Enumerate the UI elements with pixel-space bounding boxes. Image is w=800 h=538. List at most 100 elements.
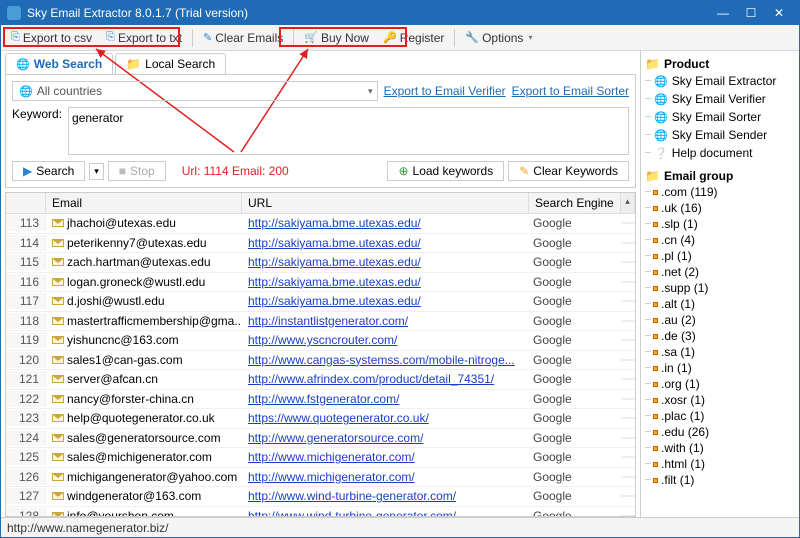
scrollbar-track[interactable] bbox=[621, 476, 635, 478]
row-url[interactable]: http://sakiyama.bme.utexas.edu/ bbox=[242, 254, 527, 270]
row-url[interactable]: http://instantlistgenerator.com/ bbox=[242, 313, 527, 329]
scrollbar-track[interactable] bbox=[621, 222, 635, 224]
close-button[interactable]: ✕ bbox=[765, 2, 793, 24]
scrollbar-track[interactable] bbox=[621, 261, 635, 263]
keyword-input[interactable] bbox=[68, 107, 629, 155]
row-url[interactable]: http://www.generatorsource.com/ bbox=[242, 430, 527, 446]
table-row[interactable]: 124sales@generatorsource.comhttp://www.g… bbox=[6, 429, 635, 449]
row-url[interactable]: http://www.fstgenerator.com/ bbox=[242, 391, 527, 407]
cart-icon: 🛒 bbox=[304, 31, 318, 44]
email-group-item[interactable]: ┈.com (119) bbox=[645, 185, 795, 199]
email-group-item[interactable]: ┈.with (1) bbox=[645, 441, 795, 455]
email-group-item[interactable]: ┈.org (1) bbox=[645, 377, 795, 391]
table-row[interactable]: 125sales@michigenerator.comhttp://www.mi… bbox=[6, 448, 635, 468]
export-csv-button[interactable]: ⎘Export to csv bbox=[5, 29, 98, 47]
register-button[interactable]: 🔑Register bbox=[377, 29, 450, 47]
table-row[interactable]: 118mastertrafficmembership@gma...http://… bbox=[6, 312, 635, 332]
tab-local-search[interactable]: 📁Local Search bbox=[115, 53, 226, 74]
minimize-button[interactable]: — bbox=[709, 2, 737, 24]
email-group-item[interactable]: ┈.de (3) bbox=[645, 329, 795, 343]
table-body[interactable]: 113jhachoi@utexas.eduhttp://sakiyama.bme… bbox=[6, 214, 635, 516]
email-group-item[interactable]: ┈.net (2) bbox=[645, 265, 795, 279]
search-dropdown[interactable]: ▾ bbox=[89, 163, 104, 180]
scrollbar-track[interactable] bbox=[621, 300, 635, 302]
product-item[interactable]: ┈❔Help document bbox=[645, 145, 795, 161]
scrollbar-up[interactable]: ▴ bbox=[621, 193, 635, 213]
maximize-button[interactable]: ☐ bbox=[737, 2, 765, 24]
column-search-engine[interactable]: Search Engine bbox=[529, 193, 621, 213]
column-email[interactable]: Email bbox=[46, 193, 242, 213]
email-group-item[interactable]: ┈.plac (1) bbox=[645, 409, 795, 423]
product-item[interactable]: ┈🌐Sky Email Extractor bbox=[645, 73, 795, 89]
clear-emails-button[interactable]: ✎Clear Emails bbox=[197, 29, 289, 47]
bullet-icon bbox=[653, 462, 658, 467]
scrollbar-track[interactable] bbox=[621, 495, 635, 497]
email-group-item[interactable]: ┈.au (2) bbox=[645, 313, 795, 327]
email-group-item[interactable]: ┈.supp (1) bbox=[645, 281, 795, 295]
table-row[interactable]: 113jhachoi@utexas.eduhttp://sakiyama.bme… bbox=[6, 214, 635, 234]
row-url[interactable]: https://www.quotegenerator.co.uk/ bbox=[242, 410, 527, 426]
email-group-item[interactable]: ┈.xosr (1) bbox=[645, 393, 795, 407]
scrollbar-track[interactable] bbox=[621, 398, 635, 400]
scrollbar-track[interactable] bbox=[621, 359, 635, 361]
row-url[interactable]: http://www.wind-turbine-generator.com/ bbox=[242, 488, 527, 504]
column-number[interactable] bbox=[6, 193, 46, 213]
row-url[interactable]: http://www.yscncrouter.com/ bbox=[242, 332, 527, 348]
email-group-item[interactable]: ┈.edu (26) bbox=[645, 425, 795, 439]
email-group-item[interactable]: ┈.slp (1) bbox=[645, 217, 795, 231]
row-url[interactable]: http://sakiyama.bme.utexas.edu/ bbox=[242, 293, 527, 309]
row-url[interactable]: http://www.michigenerator.com/ bbox=[242, 469, 527, 485]
table-row[interactable]: 120sales1@can-gas.comhttp://www.cangas-s… bbox=[6, 351, 635, 371]
scrollbar-track[interactable] bbox=[621, 417, 635, 419]
tab-web-search[interactable]: 🌐Web Search bbox=[5, 53, 113, 74]
email-group-item[interactable]: ┈.alt (1) bbox=[645, 297, 795, 311]
email-group-item[interactable]: ┈.pl (1) bbox=[645, 249, 795, 263]
scrollbar-track[interactable] bbox=[621, 281, 635, 283]
scrollbar-track[interactable] bbox=[621, 320, 635, 322]
product-item[interactable]: ┈🌐Sky Email Sender bbox=[645, 127, 795, 143]
column-url[interactable]: URL bbox=[242, 193, 529, 213]
email-group-item[interactable]: ┈.uk (16) bbox=[645, 201, 795, 215]
row-url[interactable]: http://www.wind-turbine-generator.com/ bbox=[242, 508, 527, 516]
scrollbar-track[interactable] bbox=[621, 437, 635, 439]
scrollbar-track[interactable] bbox=[621, 456, 635, 458]
email-group-item[interactable]: ┈.filt (1) bbox=[645, 473, 795, 487]
table-row[interactable]: 123help@quotegenerator.co.ukhttps://www.… bbox=[6, 409, 635, 429]
load-keywords-button[interactable]: ⊕Load keywords bbox=[387, 161, 504, 181]
table-row[interactable]: 116logan.groneck@wustl.eduhttp://sakiyam… bbox=[6, 273, 635, 293]
table-row[interactable]: 114peterikenny7@utexas.eduhttp://sakiyam… bbox=[6, 234, 635, 254]
countries-dropdown[interactable]: 🌐 All countries ▾ bbox=[12, 81, 378, 101]
export-txt-button[interactable]: ⎘Export to txt bbox=[100, 29, 188, 47]
options-button[interactable]: 🔧Options▾ bbox=[459, 29, 538, 47]
table-row[interactable]: 117d.joshi@wustl.eduhttp://sakiyama.bme.… bbox=[6, 292, 635, 312]
row-url[interactable]: http://sakiyama.bme.utexas.edu/ bbox=[242, 274, 527, 290]
product-item[interactable]: ┈🌐Sky Email Sorter bbox=[645, 109, 795, 125]
scrollbar-track[interactable] bbox=[621, 339, 635, 341]
email-group-item[interactable]: ┈.html (1) bbox=[645, 457, 795, 471]
clear-keywords-button[interactable]: ✎Clear Keywords bbox=[508, 161, 629, 181]
table-row[interactable]: 126michigangenerator@yahoo.comhttp://www… bbox=[6, 468, 635, 488]
search-button[interactable]: ▶Search bbox=[12, 161, 85, 181]
row-url[interactable]: http://www.michigenerator.com/ bbox=[242, 449, 527, 465]
table-row[interactable]: 115zach.hartman@utexas.eduhttp://sakiyam… bbox=[6, 253, 635, 273]
stop-button[interactable]: ■Stop bbox=[108, 161, 166, 181]
email-group-item[interactable]: ┈.in (1) bbox=[645, 361, 795, 375]
row-url[interactable]: http://sakiyama.bme.utexas.edu/ bbox=[242, 235, 527, 251]
scrollbar-track[interactable] bbox=[621, 515, 635, 516]
table-row[interactable]: 119yishuncnc@163.comhttp://www.yscncrout… bbox=[6, 331, 635, 351]
product-item[interactable]: ┈🌐Sky Email Verifier bbox=[645, 91, 795, 107]
table-row[interactable]: 127windgenerator@163.comhttp://www.wind-… bbox=[6, 487, 635, 507]
table-row[interactable]: 121server@afcan.cnhttp://www.afrindex.co… bbox=[6, 370, 635, 390]
email-group-item[interactable]: ┈.sa (1) bbox=[645, 345, 795, 359]
row-url[interactable]: http://www.cangas-systemss.com/mobile-ni… bbox=[242, 352, 527, 368]
table-row[interactable]: 122nancy@forster-china.cnhttp://www.fstg… bbox=[6, 390, 635, 410]
email-group-item[interactable]: ┈.cn (4) bbox=[645, 233, 795, 247]
table-row[interactable]: 128info@yourshop.comhttp://www.wind-turb… bbox=[6, 507, 635, 517]
scrollbar-track[interactable] bbox=[621, 242, 635, 244]
export-sorter-link[interactable]: Export to Email Sorter bbox=[512, 84, 629, 98]
scrollbar-track[interactable] bbox=[621, 378, 635, 380]
row-url[interactable]: http://www.afrindex.com/product/detail_7… bbox=[242, 371, 527, 387]
buy-now-button[interactable]: 🛒Buy Now bbox=[298, 29, 375, 47]
row-url[interactable]: http://sakiyama.bme.utexas.edu/ bbox=[242, 215, 527, 231]
export-verifier-link[interactable]: Export to Email Verifier bbox=[384, 84, 506, 98]
